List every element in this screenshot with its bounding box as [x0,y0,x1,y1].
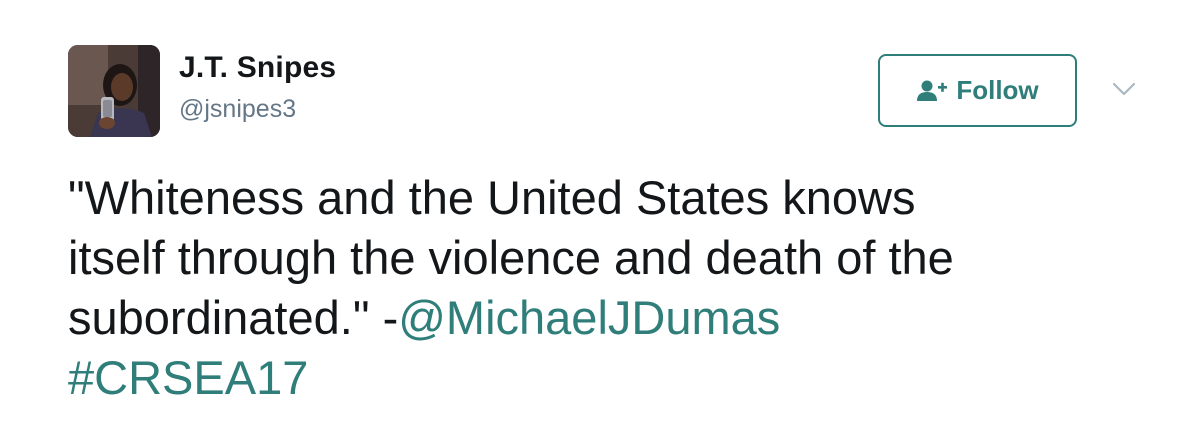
chevron-down-icon[interactable] [1111,79,1137,99]
follow-button[interactable]: Follow [878,54,1077,127]
follow-button-label: Follow [956,75,1039,105]
mention-link[interactable]: @MichaelJDumas [398,291,780,344]
tweet-text-line-3: subordinated." - [68,291,399,344]
avatar-photo [68,45,160,137]
tweet-text: "Whiteness and the United States knows i… [68,168,1168,408]
avatar[interactable] [68,45,160,137]
user-display-name[interactable]: J.T. Snipes [179,51,336,85]
hashtag-link[interactable]: #CRSEA17 [68,351,308,404]
user-handle[interactable]: @jsnipes3 [179,95,296,124]
tweet-card: J.T. Snipes @jsnipes3 Follow "Whiteness … [0,0,1200,427]
tweet-text-line-1: "Whiteness and the United States knows [68,171,916,224]
add-user-icon [917,80,948,101]
tweet-text-line-2: itself through the violence and death of… [68,231,954,284]
